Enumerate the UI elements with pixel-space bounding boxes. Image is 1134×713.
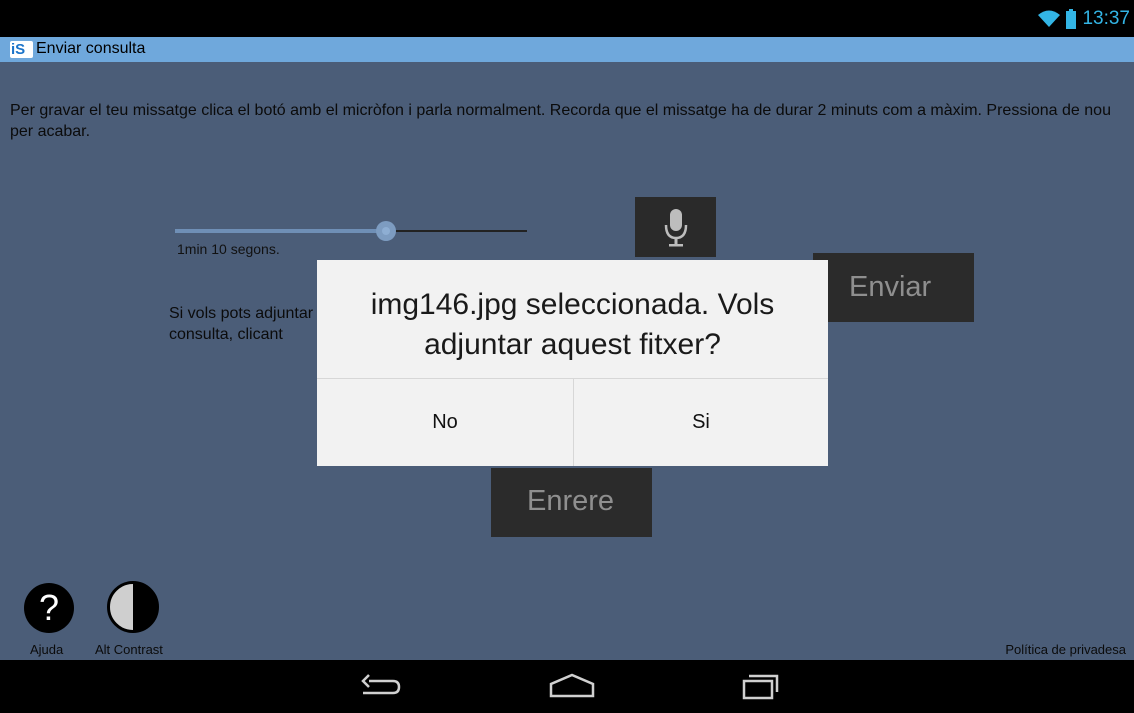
attach-instructions-text: Si vols pots adjuntar consulta, clicant — [169, 303, 319, 353]
recent-apps-icon[interactable] — [741, 672, 779, 700]
attach-text-line1: Si vols pots adjuntar — [169, 305, 314, 322]
home-icon[interactable] — [549, 672, 595, 700]
recording-progress-filled — [175, 229, 387, 233]
attach-confirm-dialog: img146.jpg seleccionada. Vols adjuntar a… — [317, 260, 828, 466]
navigation-bar — [0, 660, 1134, 713]
app-logo-icon: iS — [10, 41, 33, 58]
help-label: Ajuda — [30, 642, 64, 657]
back-icon[interactable] — [359, 672, 403, 700]
recording-duration-label: 1min 10 segons. — [177, 241, 280, 257]
microphone-icon — [664, 209, 688, 247]
contrast-icon[interactable] — [107, 581, 159, 633]
back-button[interactable]: Enrere — [491, 468, 652, 537]
battery-icon — [1066, 9, 1077, 29]
attach-text-line2: consulta, clicant — [169, 326, 283, 343]
status-icons: 13:37 — [1038, 8, 1130, 30]
page-title: Enviar consulta — [36, 40, 146, 57]
status-time: 13:37 — [1082, 8, 1130, 29]
app-logo-text: iS — [11, 41, 26, 58]
help-icon: ? — [38, 587, 60, 628]
help-button[interactable]: ? — [24, 583, 74, 633]
back-button-label: Enrere — [527, 485, 615, 517]
instructions-text: Per gravar el teu missatge clica el botó… — [10, 102, 1111, 140]
dialog-message: img146.jpg seleccionada. Vols adjuntar a… — [370, 288, 775, 361]
send-button-label: Enviar — [849, 271, 932, 303]
send-button[interactable]: Enviar — [813, 253, 974, 322]
contrast-label: Alt Contrast — [95, 642, 163, 657]
status-bar: 13:37 — [0, 0, 1134, 37]
title-bar — [0, 37, 1134, 62]
dialog-no-button[interactable]: No — [317, 379, 573, 466]
wifi-icon — [1038, 10, 1061, 27]
recording-progress-thumb[interactable] — [376, 221, 396, 241]
recording-progress-track — [387, 230, 527, 232]
dialog-yes-button[interactable]: Si — [574, 379, 828, 466]
privacy-policy-link[interactable]: Política de privadesa — [1005, 642, 1126, 657]
record-button[interactable] — [635, 197, 716, 257]
